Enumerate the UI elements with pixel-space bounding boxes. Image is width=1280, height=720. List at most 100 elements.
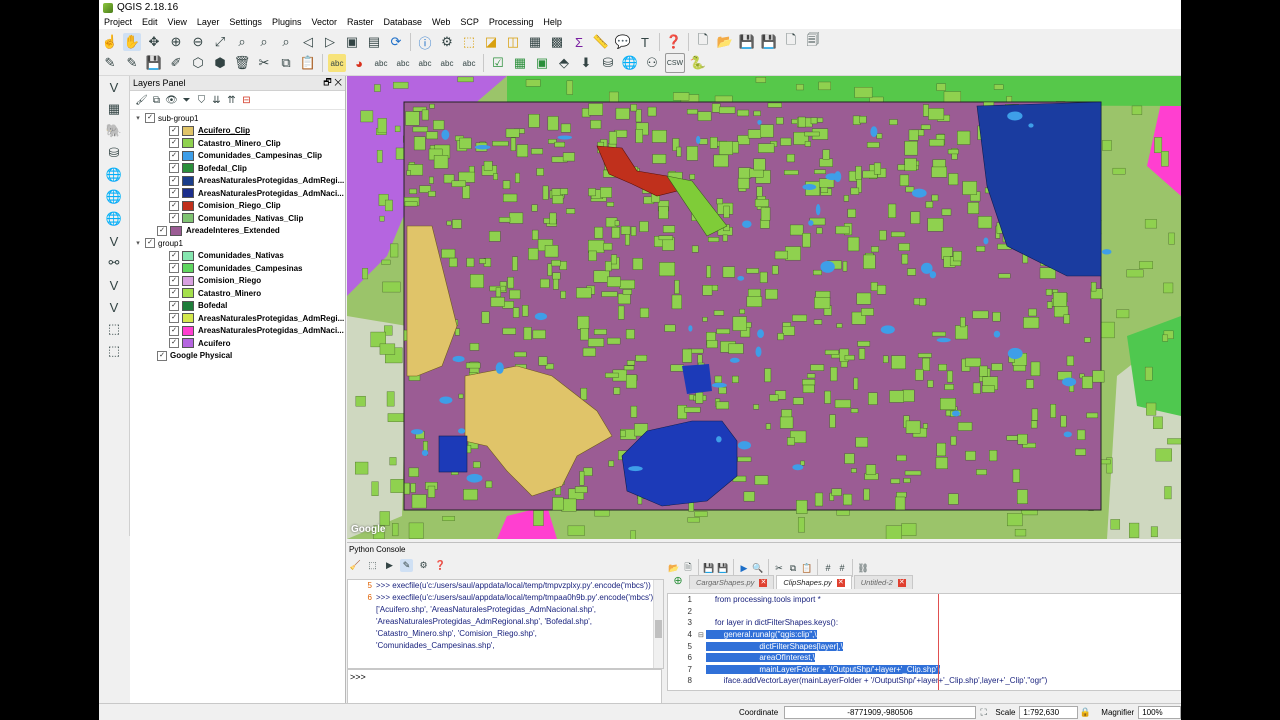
layer-item[interactable]: ✓ Comision_Riego [130,275,345,288]
console-output[interactable]: 5 >>> execfile(u'c:/users/saul/appdata/lo… [347,579,664,669]
style-icon[interactable]: 🖌 [135,94,148,107]
add-vector-layer-icon[interactable]: V [105,78,123,96]
csw-icon[interactable]: CSW [665,53,685,73]
layer-item[interactable]: ✓ Comunidades_Campesinas_Clip [130,150,345,163]
tab-cargarshapes[interactable]: CargarShapes.py ✕ [689,575,775,589]
statistics-icon[interactable]: Σ [570,33,588,51]
visibility-checkbox[interactable]: ✓ [145,113,155,124]
layer-item[interactable]: ✓ AreasNaturalesProtegidas_AdmNaci... [130,325,345,338]
field-calculator-icon[interactable]: ▩ [548,33,566,51]
map-render[interactable] [347,76,1181,539]
move-feature-icon[interactable]: ⬡ [189,54,207,72]
tab-untitled-2[interactable]: Untitled-2 ✕ [853,575,913,589]
layer-item[interactable]: ✓ Comunidades_Campesinas [130,262,345,275]
digitize-icon[interactable]: ✐ [167,54,185,72]
layer-group-item[interactable]: ▾ ✓ sub-group1 [130,112,345,125]
menu-help[interactable]: Help [538,17,567,27]
add-raster-layer-icon[interactable]: ▦ [105,100,123,118]
filter-icon[interactable]: ⏷ [180,94,193,107]
layer-item[interactable]: ✓ Acuifero [130,337,345,350]
menu-edit[interactable]: Edit [137,17,163,27]
layer-item[interactable]: ✓ AreasNaturalesProtegidas_AdmRegi... [130,175,345,188]
lock-scale-icon[interactable]: 🔒 [1080,707,1092,719]
zoom-out-icon[interactable]: ⊖ [189,33,207,51]
run-script-icon[interactable]: ▶ [738,562,750,574]
copy-features-icon[interactable]: ⧉ [277,54,295,72]
menu-raster[interactable]: Raster [342,17,379,27]
attribute-table-icon[interactable]: ▦ [526,33,544,51]
add-postgis-layer-icon[interactable]: 🐘 [105,122,123,140]
console-input[interactable]: >>> [347,669,662,705]
zoom-last-icon[interactable]: ◁ [299,33,317,51]
open-project-icon[interactable]: 📂 [716,33,734,51]
deselect-icon[interactable]: ◫ [504,33,522,51]
menu-web[interactable]: Web [427,17,455,27]
layer-item[interactable]: ✓ Comision_Riego_Clip [130,200,345,213]
menu-layer[interactable]: Layer [192,17,225,27]
save-script-as-icon[interactable]: 💾 [717,562,729,574]
layer-item[interactable]: ✓ Catastro_Minero_Clip [130,137,345,150]
add-wfs-layer-icon[interactable]: 🌐 [105,210,123,228]
pan-to-selection-icon[interactable]: ✥ [145,33,163,51]
select-features-icon[interactable]: ⬚ [460,33,478,51]
collapse-arrow-icon[interactable]: ▾ [134,239,142,247]
clear-console-icon[interactable]: 🧹 [349,559,362,572]
tab-clipshapes[interactable]: ClipShapes.py ✕ [776,575,852,589]
cut-features-icon[interactable]: ✂ [255,54,273,72]
globe-icon[interactable]: 🌐 [621,54,639,72]
change-label-icon[interactable]: abc [460,54,478,72]
scp-download-icon[interactable]: ⬇ [577,54,595,72]
visibility-checkbox[interactable]: ✓ [169,325,179,336]
current-edits-icon[interactable]: ✎ [101,54,119,72]
pan-icon[interactable]: ✋ [123,33,141,51]
comment-icon[interactable]: # [822,562,834,574]
visibility-checkbox[interactable]: ✓ [157,225,167,236]
layer-item[interactable]: ✓ Bofedal [130,300,345,313]
touch-zoom-icon[interactable]: ☝ [101,33,119,51]
measure-icon[interactable]: 📏 [592,33,610,51]
layer-item[interactable]: ✓ Bofedal_Clip [130,162,345,175]
zoom-layer-icon[interactable]: ⌕ [255,33,273,51]
settings-icon[interactable]: ⚙ [417,559,430,572]
new-bookmark-icon[interactable]: ▣ [343,33,361,51]
new-spatialite-icon[interactable]: V [105,298,123,316]
visibility-checkbox[interactable]: ✓ [169,300,179,311]
python-console-icon[interactable]: 🐍 [689,54,707,72]
add-group-icon[interactable]: ⧉ [150,94,163,107]
new-gpx-icon[interactable]: ⬚ [105,320,123,338]
filter-legend-icon[interactable]: ⛉ [195,94,208,107]
add-virtual-layer-icon[interactable]: ⚯ [105,254,123,272]
new-tab-icon[interactable]: ⊕ [669,571,687,589]
new-shapefile-icon[interactable]: V [105,276,123,294]
delete-selected-icon[interactable]: 🗑 [233,54,251,72]
move-label-icon[interactable]: abc [416,54,434,72]
db-manager-icon[interactable]: ⛁ [599,54,617,72]
new-temp-layer-icon[interactable]: ⬚ [105,342,123,360]
collapse-arrow-icon[interactable]: ▾ [134,114,142,122]
show-editor-icon[interactable]: ✎ [400,558,413,572]
visibility-checkbox[interactable]: ✓ [169,175,179,186]
uncomment-icon[interactable]: # [836,562,848,574]
composer-manager-icon[interactable]: 🗐 [804,32,822,51]
paste-icon[interactable]: 📋 [801,562,813,574]
identify-icon[interactable]: ⓘ [416,33,434,51]
scp-checklist-icon[interactable]: ☑ [489,54,507,72]
node-tool-icon[interactable]: ⬢ [211,54,229,72]
action-icon[interactable]: ⚙ [438,33,456,51]
scp-preview-icon[interactable]: ▣ [533,54,551,72]
add-spatialite-layer-icon[interactable]: ⛁ [105,144,123,162]
visibility-checkbox[interactable]: ✓ [169,250,179,261]
save-edits-icon[interactable]: 💾 [145,54,163,72]
add-wcs-layer-icon[interactable]: 🌐 [105,188,123,206]
layer-item[interactable]: ✓ Catastro_Minero [130,287,345,300]
new-print-composer-icon[interactable]: 🗋 [782,32,800,51]
show-hide-labels-icon[interactable]: abc [394,54,412,72]
layer-item[interactable]: ✓ Comunidades_Nativas [130,250,345,263]
map-canvas[interactable]: Google [347,76,1181,539]
find-text-icon[interactable]: 🔍 [752,562,764,574]
menu-scp[interactable]: SCP [455,17,484,27]
menu-processing[interactable]: Processing [484,17,539,27]
cut-icon[interactable]: ✂ [773,562,785,574]
visibility-checkbox[interactable]: ✓ [169,213,179,224]
visibility-icon[interactable]: 👁 [165,94,178,107]
